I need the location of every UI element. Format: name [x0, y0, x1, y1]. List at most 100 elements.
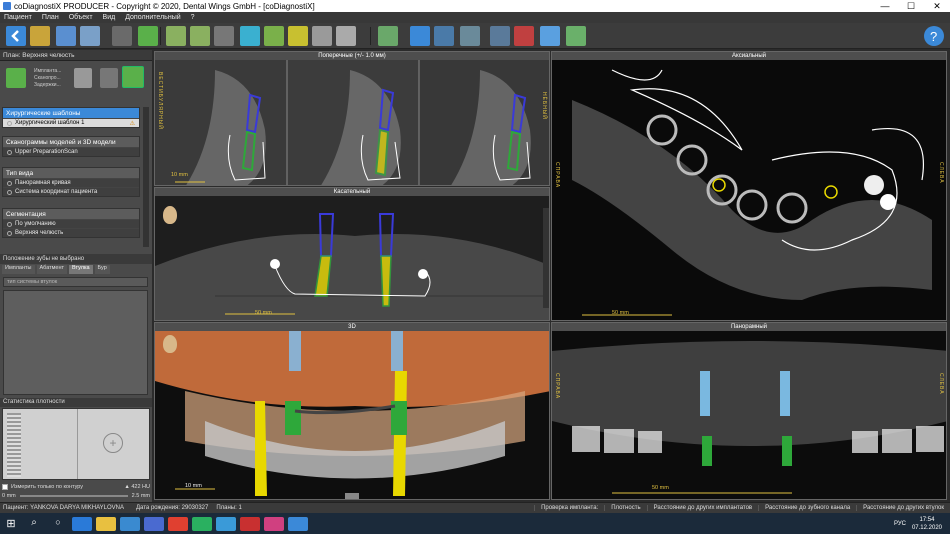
edge-browser-icon[interactable] — [72, 516, 92, 531]
app-icon — [3, 2, 11, 10]
menu-patient[interactable]: Пациент — [4, 14, 32, 21]
menu-plan[interactable]: План — [42, 14, 59, 21]
list-item[interactable]: Верхняя челюсть — [3, 228, 139, 237]
export-icon[interactable] — [80, 26, 100, 46]
windows-start-icon[interactable]: ⊞ — [2, 517, 20, 531]
delete-icon[interactable] — [514, 26, 534, 46]
section-header[interactable]: Тип вида — [3, 168, 139, 178]
menu-object[interactable]: Объект — [69, 14, 93, 21]
toggle-icon[interactable] — [490, 26, 510, 46]
visibility-icon[interactable] — [7, 120, 12, 126]
list-item[interactable]: Upper PreparationScan — [3, 147, 139, 156]
viewport-scrollbar[interactable] — [543, 208, 549, 308]
menu-view[interactable]: Вид — [103, 14, 116, 21]
add-implant-icon[interactable] — [166, 26, 186, 46]
menu-help[interactable]: ? — [191, 14, 195, 21]
minimize-button[interactable]: — — [872, 0, 898, 12]
viewport-scrollbar[interactable] — [345, 493, 359, 499]
section-header[interactable]: Сканограммы моделей и 3D модели — [3, 137, 139, 147]
cube-icon[interactable] — [138, 26, 158, 46]
store-icon[interactable] — [144, 516, 164, 531]
codiagnostix-taskbar-icon[interactable] — [288, 516, 308, 531]
length-slider[interactable] — [19, 495, 128, 497]
task-view-icon[interactable]: ○ — [48, 517, 68, 531]
warning-icon: ⚠ — [129, 120, 135, 127]
sleeve-icon[interactable] — [264, 26, 284, 46]
crosshair-icon[interactable] — [410, 26, 430, 46]
plan-tools: Импланта... Сканопро... Задержки... — [4, 64, 144, 104]
tab-implants[interactable]: Импланты — [2, 265, 35, 274]
open-folder-icon[interactable] — [30, 26, 50, 46]
head-orientation-icon[interactable] — [163, 206, 177, 224]
search-icon[interactable]: ⌕ — [24, 517, 44, 531]
whatsapp-icon[interactable] — [192, 516, 212, 531]
head-orientation-icon[interactable] — [163, 335, 177, 353]
visibility-icon[interactable] — [7, 180, 12, 186]
drill-icon[interactable] — [288, 26, 308, 46]
viewport-title: 3D — [155, 323, 549, 331]
layout-icon[interactable] — [378, 26, 398, 46]
telegram-icon[interactable] — [216, 516, 236, 531]
app-drop-icon[interactable] — [264, 516, 284, 531]
guide-export-icon[interactable] — [122, 66, 144, 88]
cross-section-image — [155, 60, 549, 185]
curve-icon[interactable] — [460, 26, 480, 46]
library-search-input[interactable]: тип системы втулок — [3, 277, 148, 287]
length-row: 0 mm 2.5 mm — [2, 492, 150, 500]
mail-icon[interactable] — [120, 516, 140, 531]
density-header: Статистика плотности — [0, 398, 152, 407]
3d-render — [155, 331, 549, 499]
back-icon[interactable] — [6, 26, 26, 46]
implant-gray-icon[interactable] — [214, 26, 234, 46]
guide-icon[interactable] — [312, 26, 332, 46]
close-button[interactable]: ✕ — [924, 0, 950, 12]
visibility-icon[interactable] — [7, 189, 12, 195]
scale-label: 50 mm — [255, 310, 272, 316]
viewport-cross-sections[interactable]: Поперечные (+/- 1.0 мм) ВЕСТИБУЛЯРНЫЙ НЁ… — [154, 51, 550, 186]
visibility-icon[interactable] — [7, 149, 12, 155]
pdf-reader-icon[interactable] — [240, 516, 260, 531]
distance-implants-check[interactable]: Расстояние до других имплантатов — [646, 505, 759, 511]
cylinder-icon[interactable] — [240, 26, 260, 46]
help-icon[interactable]: ? — [924, 26, 944, 46]
clock[interactable]: 17:54 07.12.2020 — [912, 516, 942, 532]
menu-extra[interactable]: Дополнительный — [125, 14, 180, 21]
maximize-button[interactable]: ☐ — [898, 0, 924, 12]
measure-checkbox[interactable] — [2, 483, 8, 490]
viewport-tangential[interactable]: Касательный 50 mm — [154, 187, 550, 321]
language-indicator[interactable]: РУС — [894, 521, 906, 527]
file-explorer-icon[interactable] — [96, 516, 116, 531]
measure-icon[interactable] — [434, 26, 454, 46]
distance-canal-check[interactable]: Расстояние до зубного канала — [758, 505, 856, 511]
box-icon[interactable] — [540, 26, 560, 46]
visibility-icon[interactable] — [7, 221, 12, 227]
list-item[interactable]: Панорамная кривая — [3, 178, 139, 187]
add-plan-icon[interactable] — [6, 68, 26, 88]
section-header[interactable]: Хирургические шаблоны — [3, 108, 139, 118]
tab-abutment[interactable]: Абатмент — [36, 265, 68, 274]
implant-check-label: Проверка импланта: — [534, 505, 604, 511]
tab-drill[interactable]: Бур — [94, 265, 110, 274]
list-item[interactable]: По умолчанию — [3, 219, 139, 228]
tab-sleeve[interactable]: Втулка — [69, 265, 93, 274]
save-icon[interactable] — [112, 26, 132, 46]
left-scrollbar[interactable] — [143, 107, 149, 247]
undo-icon[interactable] — [566, 26, 586, 46]
link-icon[interactable] — [336, 26, 356, 46]
implant-icon[interactable] — [74, 68, 92, 88]
globe-icon[interactable] — [56, 26, 76, 46]
viewport-axial[interactable]: Аксиальный СПРАВА СЛЕВА 50 mm — [551, 51, 947, 321]
label-left: СЛЕВА — [938, 373, 944, 395]
library-list[interactable] — [3, 290, 148, 395]
chrome-icon[interactable] — [168, 516, 188, 531]
visibility-icon[interactable] — [7, 230, 12, 236]
implant-tool-icon[interactable] — [190, 26, 210, 46]
viewport-3d[interactable]: 3D 10 mm — [154, 322, 550, 500]
distance-sleeves-check[interactable]: Расстояние до других втулок — [856, 505, 950, 511]
list-item[interactable]: Хирургический шаблон 1 ⚠ — [3, 118, 139, 127]
section-header[interactable]: Сегментация — [3, 209, 139, 219]
check-icon[interactable] — [100, 68, 118, 88]
viewport-panoramic[interactable]: Панорамный СПРАВА СЛЕВА 50 mm — [551, 322, 947, 500]
density-check[interactable]: Плотность — [604, 505, 646, 511]
list-item[interactable]: Система координат пациента — [3, 187, 139, 196]
